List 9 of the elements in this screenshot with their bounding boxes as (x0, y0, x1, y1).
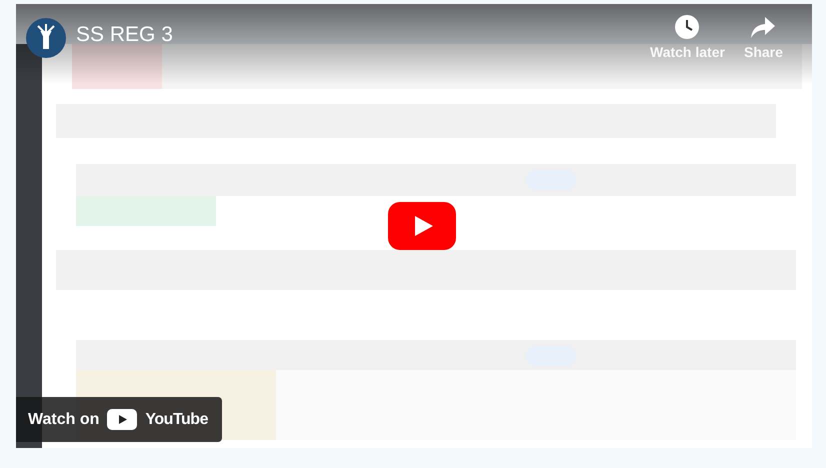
watch-on-youtube-button[interactable]: Watch on YouTube (16, 397, 222, 442)
share-button[interactable]: Share (744, 14, 783, 63)
video-title[interactable]: SS REG 3 (76, 22, 173, 48)
clock-icon (674, 14, 700, 40)
watch-later-button[interactable]: Watch later (650, 14, 725, 63)
play-icon (107, 409, 138, 430)
play-button[interactable] (388, 202, 456, 250)
channel-logo[interactable] (26, 18, 66, 58)
share-icon (750, 14, 776, 40)
